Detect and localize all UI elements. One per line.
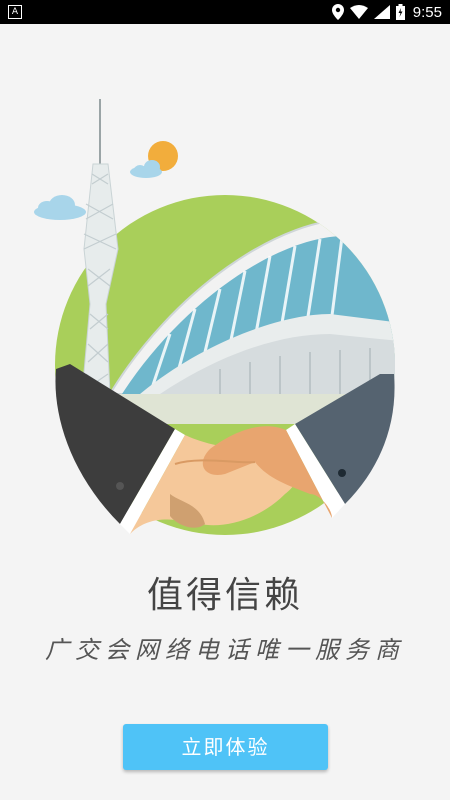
notification-app-icon: A bbox=[8, 5, 22, 19]
location-icon bbox=[331, 4, 344, 20]
status-bar: A 9:55 bbox=[0, 0, 450, 24]
handshake-canton-fair-illustration bbox=[34, 99, 395, 535]
signal-icon bbox=[373, 5, 390, 19]
clock: 9:55 bbox=[412, 3, 442, 21]
battery-icon bbox=[395, 4, 405, 20]
status-icons: 9:55 bbox=[331, 0, 442, 24]
start-experience-button[interactable]: 立即体验 bbox=[123, 724, 328, 770]
cloud-icon bbox=[34, 195, 86, 220]
wifi-icon bbox=[349, 5, 368, 19]
cloud-icon bbox=[130, 160, 162, 178]
slogan-title: 值得信赖 bbox=[146, 575, 303, 616]
slogan-subtitle: 广交会网络电话唯一服务商 bbox=[45, 636, 405, 664]
splash-screen: 值得信赖 广交会网络电话唯一服务商 立即体验 bbox=[0, 24, 450, 800]
